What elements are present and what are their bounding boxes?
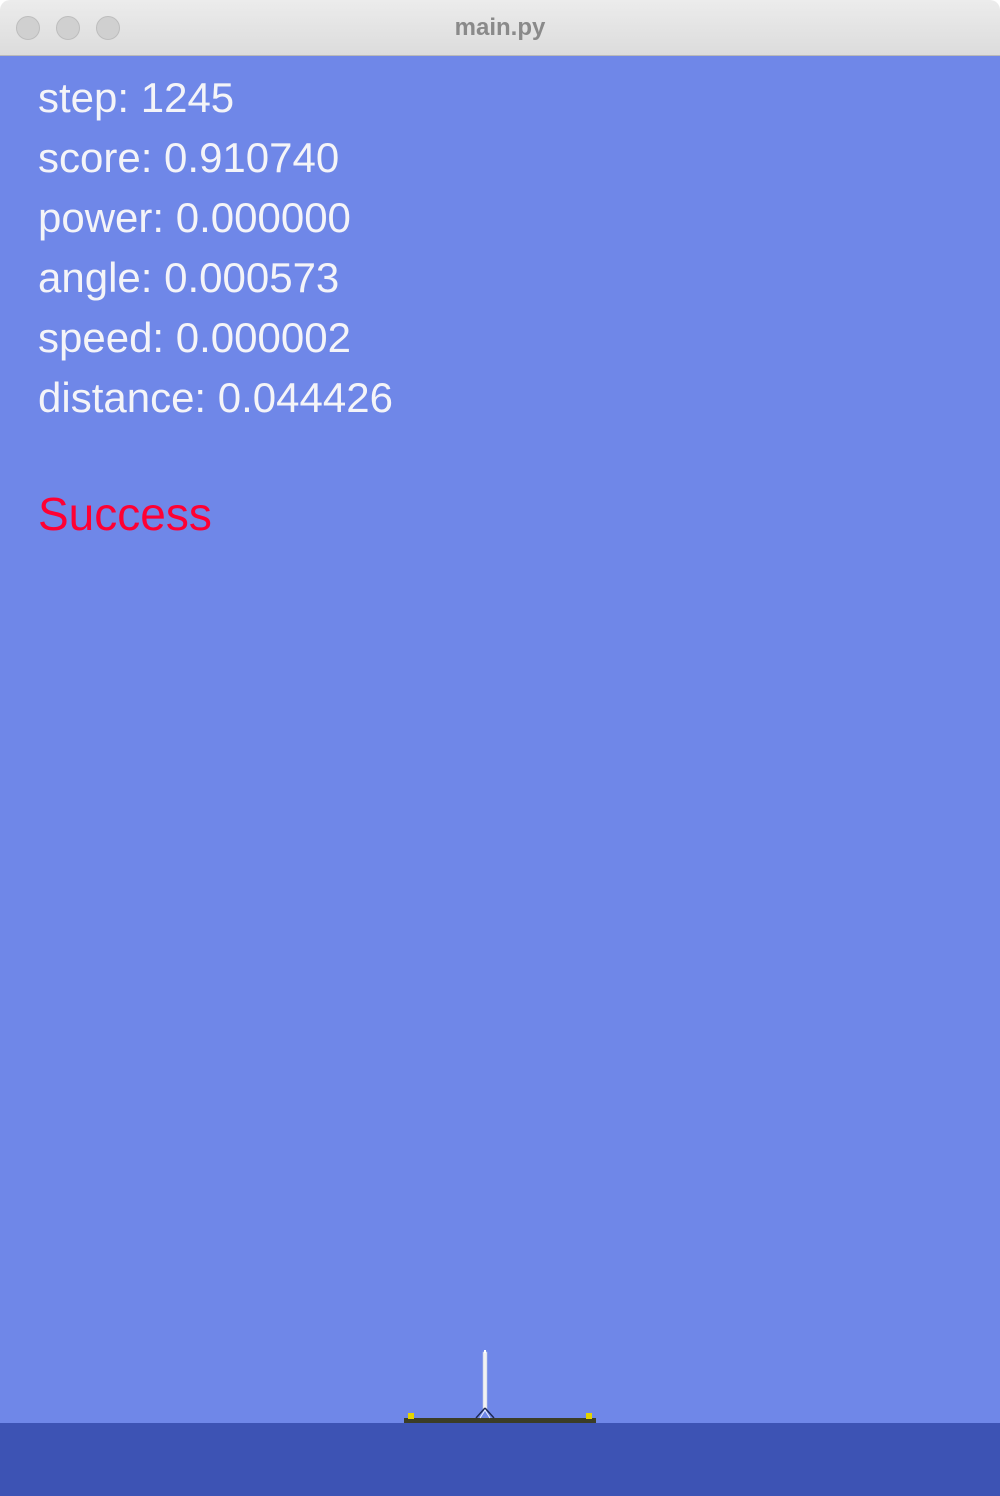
status-message: Success: [38, 488, 212, 540]
rocket-body: [482, 1351, 488, 1411]
landing-pad-marker-right: [586, 1413, 592, 1419]
angle-readout: angle: 0.000573: [38, 254, 340, 301]
step-readout: step: 1245: [38, 74, 235, 121]
score-readout: score: 0.910740: [38, 134, 340, 181]
app-window: main.py step: 1245 score: 0.910740 power…: [0, 0, 1000, 1496]
window-title: main.py: [454, 14, 546, 41]
distance-readout: distance: 0.044426: [38, 374, 393, 421]
title-bar: main.py: [0, 0, 1000, 56]
power-readout: power: 0.000000: [38, 194, 351, 241]
rocket-nose: [484, 1350, 486, 1353]
landing-pad: [404, 1418, 596, 1423]
game-canvas: step: 1245 score: 0.910740 power: 0.0000…: [0, 56, 1000, 1496]
rocket-icon: [475, 1350, 495, 1419]
hud-panel: step: 1245 score: 0.910740 power: 0.0000…: [38, 68, 393, 428]
speed-readout: speed: 0.000002: [38, 314, 351, 361]
landing-pad-marker-left: [408, 1413, 414, 1419]
ground: [0, 1423, 1000, 1496]
